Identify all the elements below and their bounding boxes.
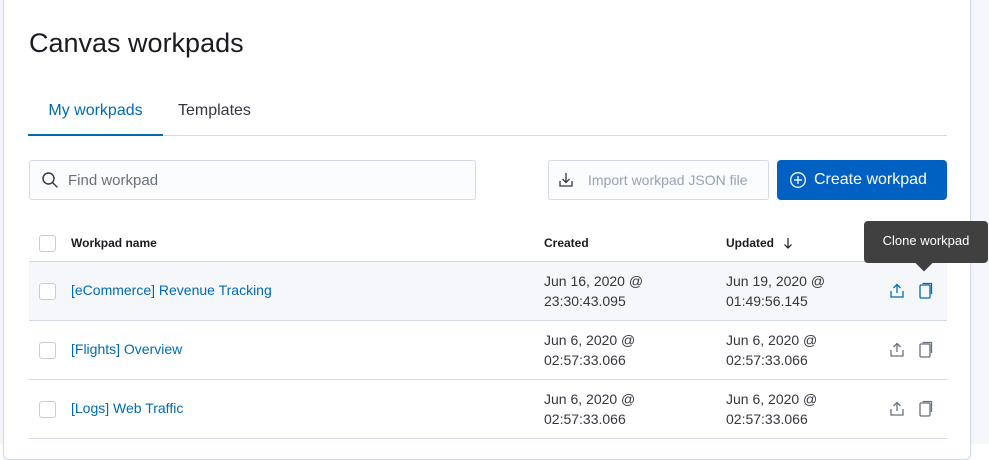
created-cell: Jun 6, 2020 @ 02:57:33.066: [544, 389, 684, 429]
sort-down-icon: [784, 238, 793, 249]
copy-icon[interactable]: [916, 341, 934, 359]
tab-my-workpads[interactable]: My workpads: [28, 88, 163, 136]
table-row: [Flights] Overview Jun 6, 2020 @ 02:57:3…: [29, 321, 947, 380]
updated-date: Jun 6, 2020 @: [726, 332, 818, 348]
copy-icon[interactable]: [916, 400, 934, 418]
search-icon: [42, 172, 58, 188]
row-checkbox[interactable]: [39, 401, 56, 418]
updated-cell: Jun 19, 2020 @ 01:49:56.145: [726, 271, 866, 311]
created-time: 02:57:33.066: [544, 352, 626, 368]
updated-date: Jun 19, 2020 @: [726, 273, 826, 289]
import-workpad-button[interactable]: Import workpad JSON file: [548, 160, 769, 200]
plus-circle-icon: [790, 172, 806, 188]
created-date: Jun 16, 2020 @: [544, 273, 644, 289]
copy-icon[interactable]: [916, 282, 934, 300]
created-date: Jun 6, 2020 @: [544, 332, 636, 348]
updated-time: 02:57:33.066: [726, 411, 808, 427]
created-date: Jun 6, 2020 @: [544, 391, 636, 407]
updated-cell: Jun 6, 2020 @ 02:57:33.066: [726, 330, 866, 370]
workpads-table: Workpad name Created Updated [eCommerce]…: [29, 222, 947, 439]
column-header-name[interactable]: Workpad name: [71, 236, 157, 250]
page-title: Canvas workpads: [29, 28, 244, 58]
tab-bar: My workpads Templates: [28, 88, 947, 136]
updated-cell: Jun 6, 2020 @ 02:57:33.066: [726, 389, 866, 429]
created-cell: Jun 16, 2020 @ 23:30:43.095: [544, 271, 684, 311]
created-cell: Jun 6, 2020 @ 02:57:33.066: [544, 330, 684, 370]
table-row: [Logs] Web Traffic Jun 6, 2020 @ 02:57:3…: [29, 380, 947, 439]
row-checkbox[interactable]: [39, 283, 56, 300]
row-checkbox[interactable]: [39, 342, 56, 359]
select-all-checkbox[interactable]: [39, 235, 56, 252]
workpad-name-link[interactable]: [eCommerce] Revenue Tracking: [71, 282, 272, 298]
create-workpad-label: Create workpad: [814, 171, 927, 188]
workpad-name-link[interactable]: [Flights] Overview: [71, 341, 182, 357]
created-time: 02:57:33.066: [544, 411, 626, 427]
import-workpad-label: Import workpad JSON file: [588, 172, 748, 188]
column-header-updated-label: Updated: [726, 236, 774, 250]
updated-time: 01:49:56.145: [726, 293, 808, 309]
updated-date: Jun 6, 2020 @: [726, 391, 818, 407]
updated-time: 02:57:33.066: [726, 352, 808, 368]
tab-templates[interactable]: Templates: [178, 88, 251, 136]
search-input[interactable]: [68, 161, 468, 199]
export-icon[interactable]: [888, 400, 906, 418]
export-icon[interactable]: [888, 282, 906, 300]
import-icon: [559, 173, 573, 187]
table-row: [eCommerce] Revenue Tracking Jun 16, 202…: [29, 262, 947, 321]
tooltip-text: Clone workpad: [882, 233, 970, 248]
column-header-created[interactable]: Created: [544, 236, 589, 250]
export-icon[interactable]: [888, 341, 906, 359]
column-header-updated[interactable]: Updated: [726, 236, 793, 250]
clone-workpad-tooltip: Clone workpad: [864, 221, 988, 272]
created-time: 23:30:43.095: [544, 293, 626, 309]
create-workpad-button[interactable]: Create workpad: [777, 160, 947, 200]
search-field[interactable]: [29, 160, 476, 200]
workpad-name-link[interactable]: [Logs] Web Traffic: [71, 400, 183, 416]
table-header: Workpad name Created Updated: [29, 222, 947, 262]
